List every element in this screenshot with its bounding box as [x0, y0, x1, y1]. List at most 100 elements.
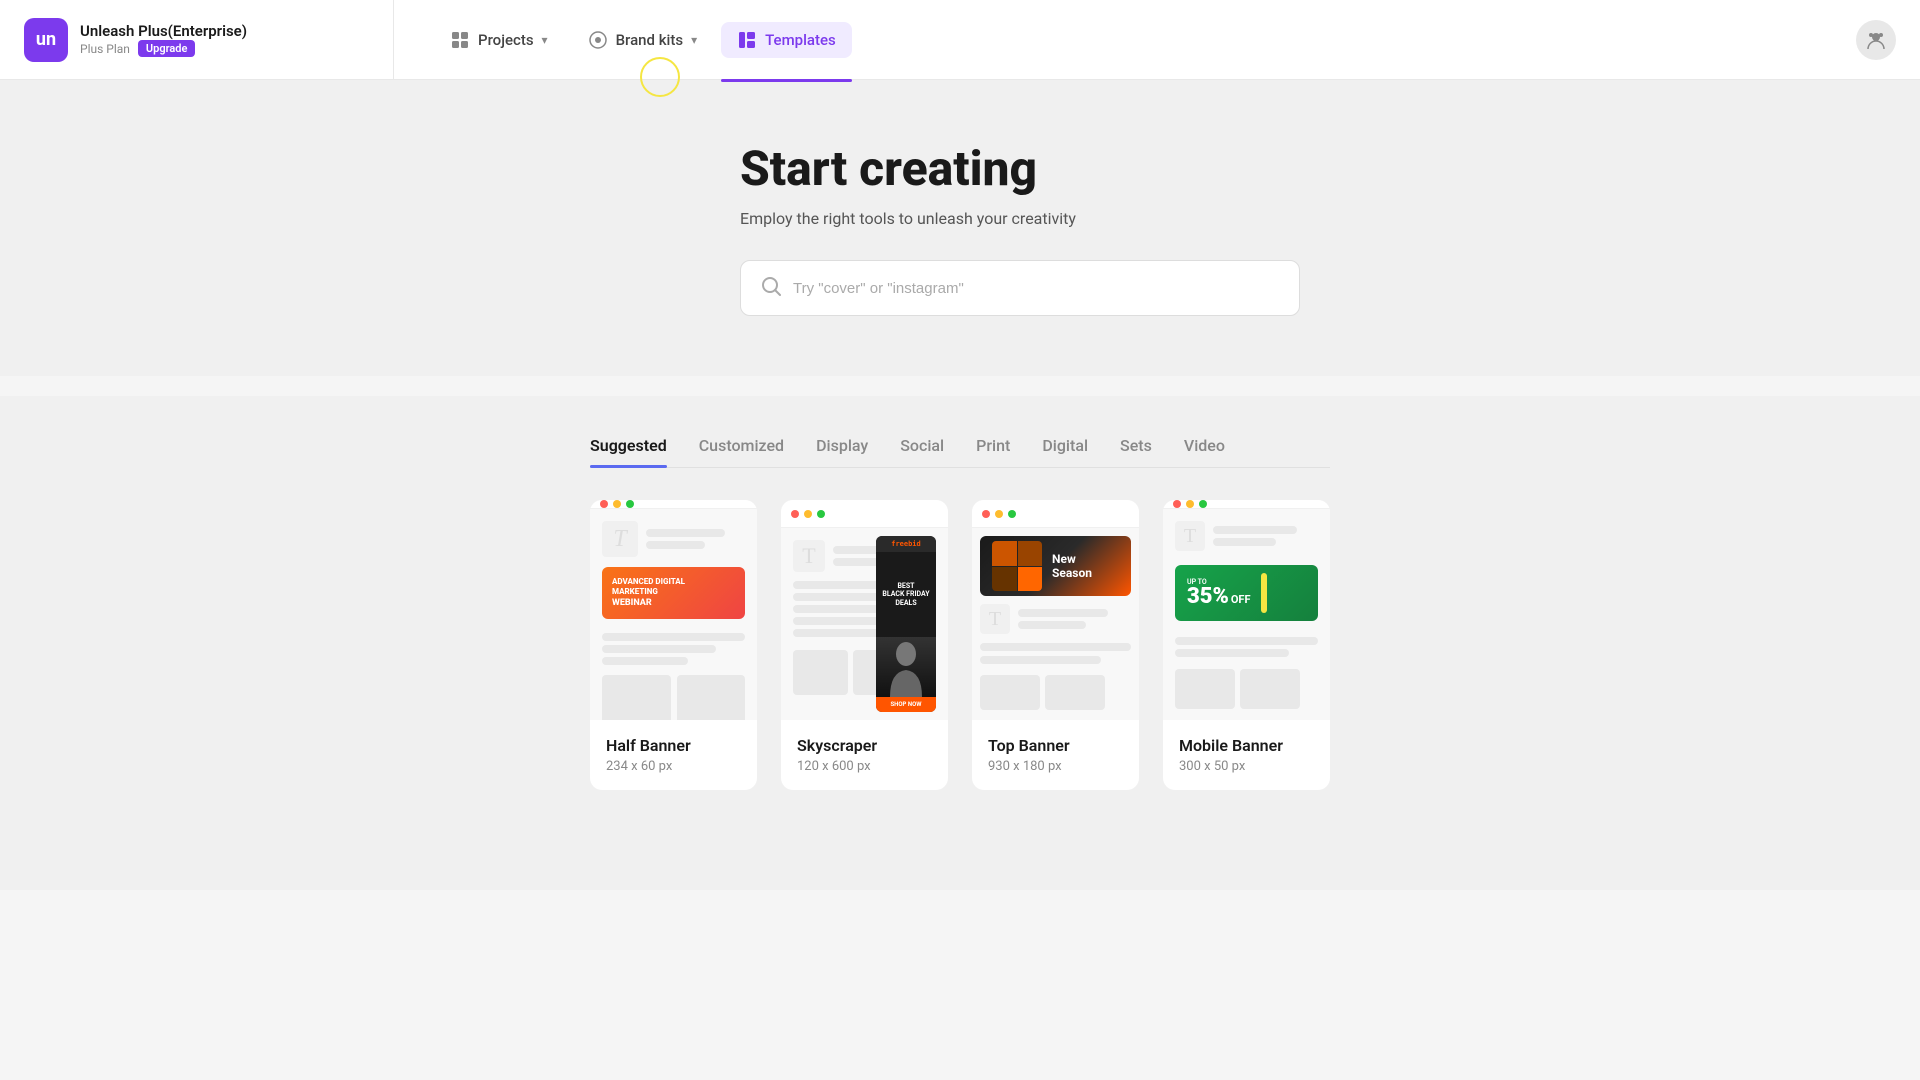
- mobile-banner-ad: UP TO 35% OFF: [1175, 565, 1318, 621]
- top-banner-body: NewSeason T: [972, 528, 1139, 720]
- placeholder-t-top: T: [980, 604, 1010, 634]
- template-name-skyscraper: Skyscraper: [797, 736, 932, 755]
- search-icon: [761, 276, 781, 301]
- top-banner-text: NewSeason: [1052, 552, 1092, 581]
- half-banner-ad: ADVANCED DIGITALMARKETINGWEBINAR: [602, 567, 745, 619]
- template-card-half-banner[interactable]: T ADVANCED DIGITALMARKETINGWEBINAR: [590, 500, 757, 790]
- placeholder-image-1: [602, 675, 671, 720]
- hero-inner: Start creating Employ the right tools to…: [360, 140, 1560, 316]
- mob-img-2: [1240, 669, 1300, 709]
- dot-green-2: [817, 510, 825, 518]
- template-size-top-banner: 930 x 180 px: [988, 759, 1123, 774]
- mob-img-1: [1175, 669, 1235, 709]
- placeholder-line-5: [602, 657, 688, 665]
- template-name-mobile-banner: Mobile Banner: [1179, 736, 1314, 755]
- top-banner-ad: NewSeason: [980, 536, 1131, 596]
- mob-line-3: [1175, 637, 1318, 645]
- sky-img-1: [793, 650, 848, 695]
- mobile-banner-body: T UP TO: [1163, 509, 1330, 720]
- template-info-mobile-banner: Mobile Banner 300 x 50 px: [1163, 720, 1330, 790]
- plan-label: Plus Plan: [80, 42, 130, 56]
- top-img-2: [1045, 675, 1105, 710]
- skyscraper-ad: freebid BESTBLACK FRIDAYDEALS: [876, 536, 936, 712]
- template-grid: T ADVANCED DIGITALMARKETINGWEBINAR: [590, 500, 1330, 790]
- nav-brand-kits[interactable]: Brand kits ▾: [572, 22, 714, 58]
- dot-green-3: [1008, 510, 1016, 518]
- placeholder-t-sky: T: [793, 540, 825, 572]
- tab-social[interactable]: Social: [900, 436, 944, 467]
- top-line-2: [1018, 621, 1086, 629]
- tab-customized[interactable]: Customized: [699, 436, 784, 467]
- sky-line-5: [793, 605, 879, 613]
- hero-title: Start creating: [740, 140, 1180, 197]
- top-banner-image: [992, 541, 1042, 591]
- top-banner-text-area: T: [980, 604, 1131, 710]
- template-size-half-banner: 234 x 60 px: [606, 759, 741, 774]
- search-input[interactable]: [793, 280, 1279, 297]
- mobile-off: OFF: [1231, 593, 1251, 606]
- img-cell-3: [992, 567, 1017, 592]
- template-info-half-banner: Half Banner 234 x 60 px: [590, 720, 757, 790]
- top-img-1: [980, 675, 1040, 710]
- template-size-skyscraper: 120 x 600 px: [797, 759, 932, 774]
- app-title: Unleash Plus(Enterprise): [80, 22, 247, 40]
- nav-templates[interactable]: Templates: [721, 22, 852, 58]
- hero-subtitle: Employ the right tools to unleash your c…: [740, 209, 1180, 228]
- stripe: [1261, 573, 1267, 613]
- tab-sets[interactable]: Sets: [1120, 436, 1152, 467]
- header-actions: [1856, 20, 1896, 60]
- browser-chrome: [590, 500, 757, 509]
- tab-video[interactable]: Video: [1184, 436, 1225, 467]
- dot-red-2: [791, 510, 799, 518]
- img-cell-2: [1018, 541, 1043, 566]
- tab-suggested[interactable]: Suggested: [590, 436, 667, 467]
- templates-icon: [737, 30, 757, 50]
- skyscraper-cta: SHOP NOW: [876, 697, 936, 712]
- placeholder-t-mob: T: [1175, 521, 1205, 551]
- upgrade-button[interactable]: Upgrade: [138, 40, 195, 57]
- top-line-3: [980, 643, 1131, 651]
- preview-body: T ADVANCED DIGITALMARKETINGWEBINAR: [590, 509, 757, 720]
- placeholder-line-1: [646, 529, 725, 537]
- template-card-mobile-banner[interactable]: T UP TO: [1163, 500, 1330, 790]
- browser-chrome-4: [1163, 500, 1330, 509]
- tab-print[interactable]: Print: [976, 436, 1010, 467]
- template-card-top-banner[interactable]: NewSeason T: [972, 500, 1139, 790]
- placeholder-t: T: [602, 521, 638, 557]
- placeholder-line-4: [602, 645, 716, 653]
- template-card-skyscraper[interactable]: T: [781, 500, 948, 790]
- mobile-banner-preview: T UP TO: [1163, 500, 1330, 720]
- projects-label: Projects: [478, 31, 534, 49]
- skyscraper-logo: freebid: [891, 540, 921, 548]
- projects-chevron: ▾: [542, 33, 548, 47]
- user-avatar-button[interactable]: [1856, 20, 1896, 60]
- dot-green: [626, 500, 634, 508]
- dot-yellow-4: [1186, 500, 1194, 508]
- top-banner-preview: NewSeason T: [972, 500, 1139, 720]
- mobile-pct: 35%: [1187, 586, 1229, 608]
- search-bar[interactable]: [740, 260, 1300, 316]
- placeholder-line-2: [646, 541, 705, 549]
- template-size-mobile-banner: 300 x 50 px: [1179, 759, 1314, 774]
- brand-kits-icon: [588, 30, 608, 50]
- tab-digital[interactable]: Digital: [1042, 436, 1088, 467]
- mob-line-2: [1213, 538, 1276, 546]
- template-name-half-banner: Half Banner: [606, 736, 741, 755]
- app-logo: un: [24, 18, 68, 62]
- hero-section: Start creating Employ the right tools to…: [0, 80, 1920, 376]
- dot-yellow-3: [995, 510, 1003, 518]
- tab-display[interactable]: Display: [816, 436, 868, 467]
- top-line-4: [980, 656, 1101, 664]
- browser-chrome-3: [972, 500, 1139, 528]
- template-info-top-banner: Top Banner 930 x 180 px: [972, 720, 1139, 790]
- img-cell-1: [992, 541, 1017, 566]
- placeholder-line-3: [602, 633, 745, 641]
- banner-ad-text: ADVANCED DIGITALMARKETINGWEBINAR: [612, 577, 735, 609]
- skyscraper-body: T: [781, 528, 948, 720]
- nav-projects[interactable]: Projects ▾: [434, 22, 564, 58]
- templates-container: Suggested Customized Display Social Prin…: [550, 396, 1370, 830]
- skyscraper-ad-content: BESTBLACK FRIDAYDEALS: [876, 552, 936, 637]
- brand-kits-chevron: ▾: [691, 33, 697, 47]
- skyscraper-preview: T: [781, 500, 948, 720]
- skyscraper-headline: BESTBLACK FRIDAYDEALS: [882, 582, 929, 607]
